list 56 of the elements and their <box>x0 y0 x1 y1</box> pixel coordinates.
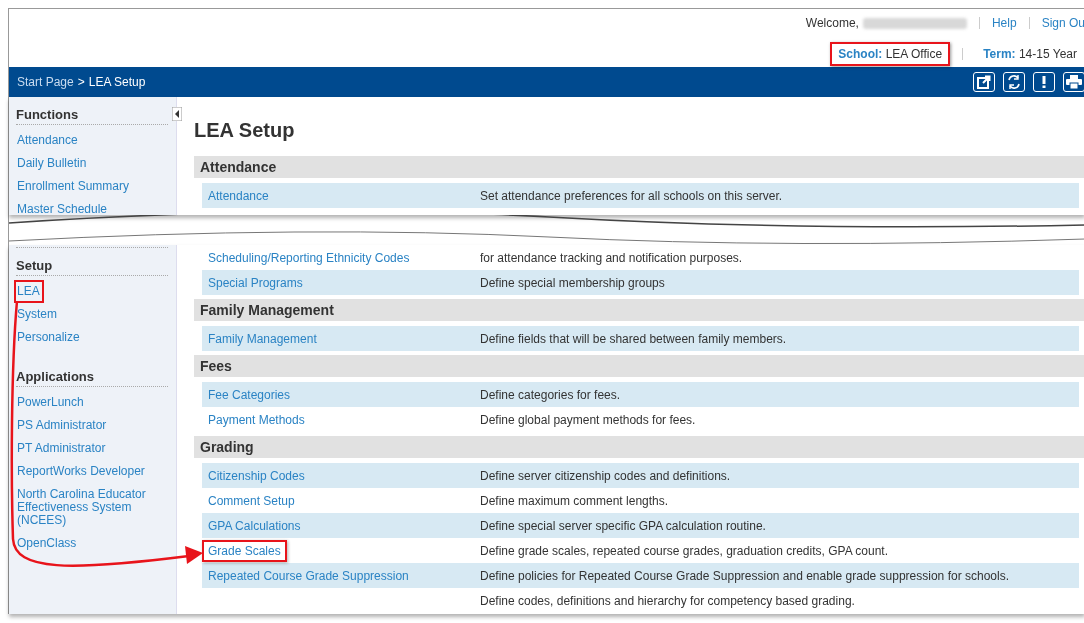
row-description: Set attendance preferences for all schools on this server. <box>480 188 783 203</box>
breadcrumb-current: LEA Setup <box>88 75 146 89</box>
section-header: Family Management <box>194 299 1084 321</box>
setup-link[interactable]: Family Management <box>202 327 323 350</box>
header-link[interactable]: Help <box>991 16 1017 30</box>
row-description: Define fields that will be shared between family members. <box>480 331 787 346</box>
row-description: Define codes, definitions and hierarchy for competency based grading. <box>480 593 855 608</box>
row-description: Define global payment methods for fees. <box>480 412 696 427</box>
sidebar-link[interactable]: PowerLunch <box>14 391 88 414</box>
term-indicator[interactable]: Term: 14-15 Year <box>975 42 1084 66</box>
setup-link[interactable]: Repeated Course Grade Suppression <box>202 564 415 587</box>
open-window-icon[interactable] <box>973 72 995 92</box>
sidebar-link[interactable]: North Carolina Educator Effectiveness System (NCEES) <box>14 483 176 532</box>
setup-link[interactable]: Comment Setup <box>202 489 301 512</box>
setup-link[interactable]: Attendance <box>202 184 275 207</box>
page-title: LEA Setup <box>194 119 296 142</box>
setup-link[interactable]: Grade Scales <box>202 539 287 562</box>
row-description: Define server citizenship codes and definitions. <box>480 468 731 483</box>
setup-link[interactable]: Scheduling/Reporting Ethnicity Codes <box>202 246 416 269</box>
row-description: Define maximum comment lengths. <box>480 493 669 508</box>
row-description: Define special server specific GPA calculation routine. <box>480 518 766 533</box>
setup-link[interactable]: Payment Methods <box>202 408 311 431</box>
setup-link[interactable]: Special Programs <box>202 271 309 294</box>
setup-link[interactable]: GPA Calculations <box>202 514 307 537</box>
sidebar-link[interactable]: System <box>14 303 61 326</box>
section-header: Fees <box>194 355 1084 377</box>
sidebar-heading: Applications <box>16 359 168 387</box>
row-description: Define categories for fees. <box>480 387 621 402</box>
sidebar-link[interactable]: Attendance <box>14 129 82 152</box>
sidebar-link[interactable]: OpenClass <box>14 532 81 555</box>
sidebar-link[interactable]: Master Schedule <box>14 198 112 215</box>
sidebar-link[interactable]: PS Administrator <box>14 414 111 437</box>
setup-link[interactable]: Fee Categories <box>202 383 297 406</box>
collapse-icon[interactable] <box>172 107 182 121</box>
sidebar-link[interactable]: Daily Bulletin <box>14 152 91 175</box>
alert-icon[interactable] <box>1033 72 1055 92</box>
row-description: Define special membership groups <box>480 275 665 290</box>
breadcrumb-link[interactable]: Start Page <box>17 75 74 89</box>
section-header: Attendance <box>194 156 1084 178</box>
row-description: Define grade scales, repeated course grades, graduation credits, GPA count. <box>480 543 889 558</box>
sidebar-link[interactable]: ReportWorks Developer <box>14 460 149 483</box>
sidebar-link[interactable]: PT Administrator <box>14 437 110 460</box>
sidebar-link[interactable]: LEA <box>14 280 44 303</box>
sidebar-heading: Functions <box>16 97 168 125</box>
sidebar-link[interactable]: Enrollment Summary <box>14 175 134 198</box>
sidebar-link[interactable]: Personalize <box>14 326 84 349</box>
row-description: Define policies for Repeated Course Grade Suppression and enable grade suppression for schools. <box>480 568 1009 583</box>
header-link[interactable]: Sign Ou <box>1041 16 1084 30</box>
row-description: for attendance tracking and notification purposes. <box>480 250 743 265</box>
sidebar-heading: Setup <box>16 248 168 276</box>
setup-link[interactable]: Citizenship Codes <box>202 464 311 487</box>
school-indicator[interactable]: School: LEA Office <box>830 42 951 66</box>
welcome-label: Welcome, <box>805 16 859 30</box>
print-icon[interactable] <box>1063 72 1084 92</box>
section-header: Grading <box>194 436 1084 458</box>
breadcrumb-separator: > <box>77 75 85 89</box>
